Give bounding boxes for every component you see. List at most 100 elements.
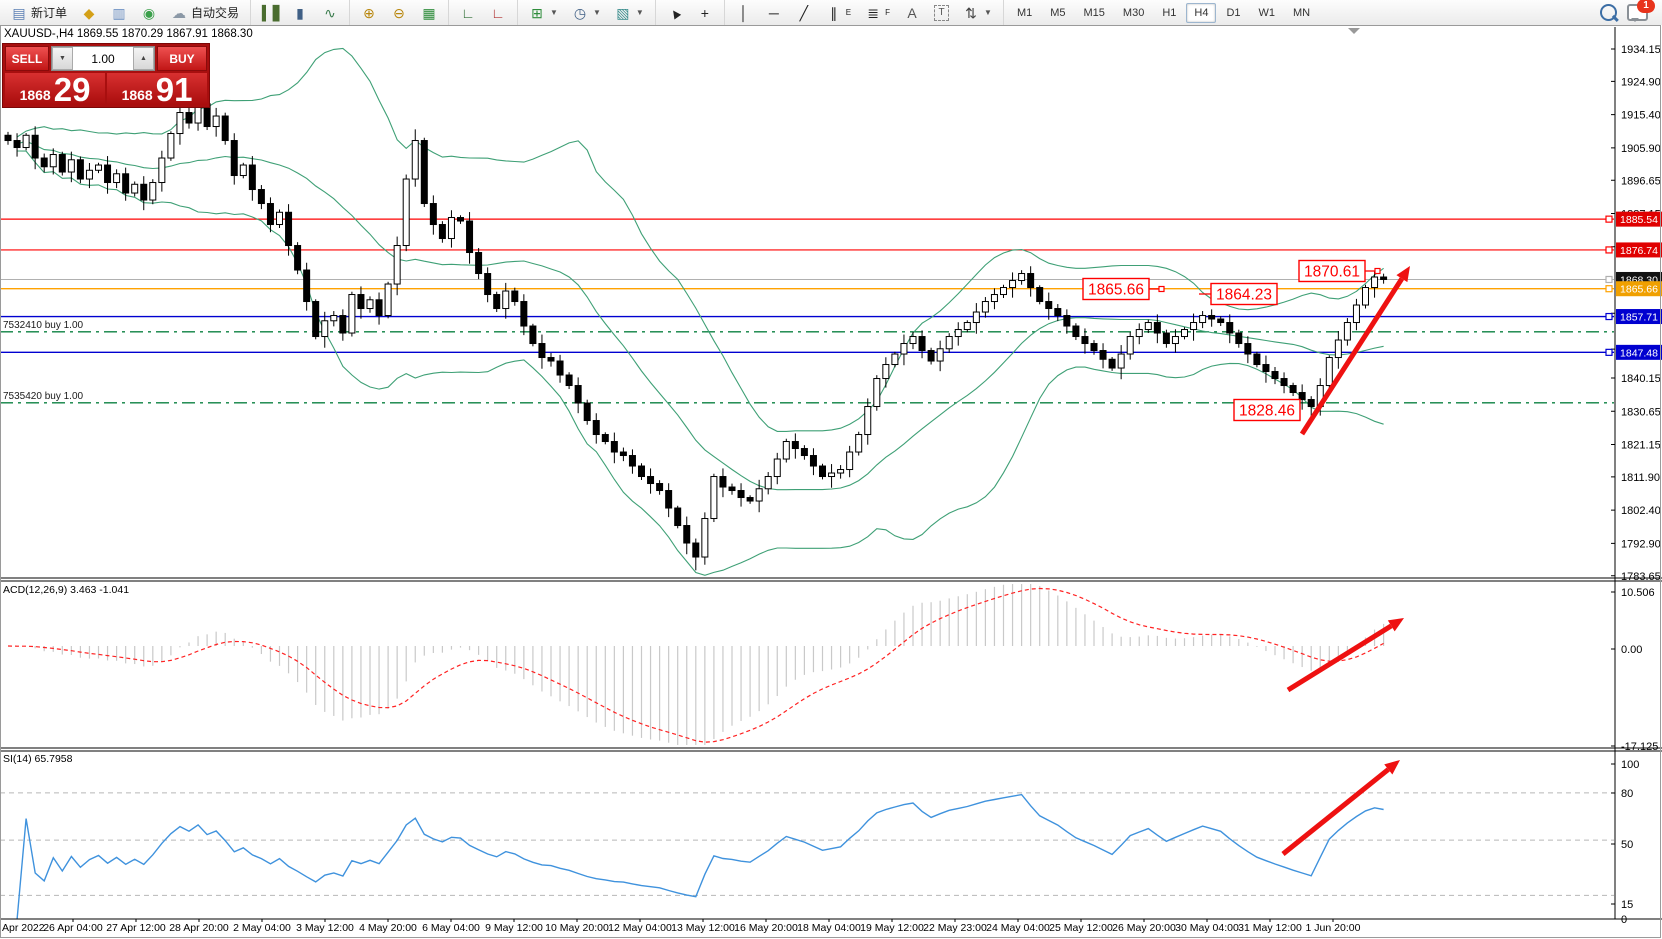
new_order-label: 新订单 [31, 4, 67, 21]
svg-text:1915.40: 1915.40 [1621, 110, 1661, 122]
svg-text:28 Apr 20:00: 28 Apr 20:00 [169, 922, 229, 934]
volume-input[interactable] [73, 47, 133, 70]
timeframe-m30-button[interactable]: M30 [1115, 3, 1152, 23]
timeframe-m5-button[interactable]: M5 [1042, 3, 1073, 23]
main-toolbar: ▤新订单◆▥◉☁自动交易▍▋▮∿⊕⊖▦∟∟⊞▼◷▼▧▼▲+│─╱∥E≣FAT⇅▼… [0, 0, 1662, 26]
arrows-tool-button[interactable]: ⇅▼ [957, 3, 998, 23]
arrows-tool-icon: ⇅ [963, 6, 979, 20]
one-click-trading-panel: SELL ▼ ▲ BUY 1868 29 1868 91 [2, 43, 210, 108]
svg-text:1924.90: 1924.90 [1621, 76, 1661, 88]
new-order-button[interactable]: ▤新订单 [5, 1, 73, 24]
svg-text:1783.65: 1783.65 [1621, 571, 1661, 583]
period-button[interactable]: ◷▼ [566, 3, 607, 23]
chart-window: 7532410 buy 1.00 7535420 buy 1.00 1865.66 1… [0, 25, 1662, 939]
svg-text:100: 100 [1621, 759, 1639, 771]
svg-text:-17.125: -17.125 [1621, 741, 1658, 753]
label-icon: T [934, 5, 949, 21]
cursor-button[interactable]: ▲ [661, 3, 689, 23]
dropdown-caret-icon[interactable]: ▼ [593, 8, 601, 17]
cursor-icon: ▲ [664, 2, 685, 23]
svg-text:1821.15: 1821.15 [1621, 440, 1661, 452]
svg-text:1934.15: 1934.15 [1621, 44, 1661, 56]
autotrading-icon: ☁ [171, 6, 187, 20]
sell-button[interactable]: SELL [5, 46, 49, 71]
chart-canvas[interactable]: 7532410 buy 1.00 7535420 buy 1.00 1865.66 1… [0, 25, 1662, 939]
svg-text:13 May 12:00: 13 May 12:00 [671, 922, 735, 934]
zoom-out-button[interactable]: ⊖ [385, 3, 413, 23]
timeframe-w1-button[interactable]: W1 [1251, 3, 1284, 23]
label-button[interactable]: T [928, 2, 955, 24]
sell-price-display[interactable]: 1868 29 [5, 73, 105, 105]
timeframe-h4-button[interactable]: H4 [1186, 3, 1216, 23]
signal-button[interactable]: ◉ [135, 3, 163, 23]
tile-windows-icon: ▦ [421, 6, 437, 20]
vertical-line-button[interactable]: │ [730, 3, 758, 23]
svg-text:3 May 12:00: 3 May 12:00 [296, 922, 354, 934]
fibonacci-button[interactable]: ≣F [859, 3, 896, 23]
crosshair-button[interactable]: + [691, 3, 719, 23]
toolbar-group: ∟∟ [448, 0, 517, 25]
svg-text:0: 0 [1621, 914, 1627, 926]
auto-scroll-button[interactable]: ∟ [454, 3, 482, 23]
gold-tool-button[interactable]: ◆ [75, 3, 103, 23]
autotrading-label: 自动交易 [191, 4, 239, 21]
volume-increase-button[interactable]: ▲ [133, 47, 154, 70]
new-chart-icon: ⊞ [529, 6, 545, 20]
svg-text:1840.15: 1840.15 [1621, 373, 1661, 385]
svg-text:7535420 buy 1.00: 7535420 buy 1.00 [3, 391, 84, 402]
dropdown-caret-icon[interactable]: ▼ [984, 8, 992, 17]
bar-chart-button[interactable]: ▍▋ [256, 3, 284, 23]
svg-text:1847.48: 1847.48 [1620, 347, 1658, 359]
buy-price-display[interactable]: 1868 91 [107, 73, 207, 105]
fibonacci-icon: ≣ [865, 6, 881, 20]
chart-shift-button[interactable]: ∟ [484, 3, 512, 23]
line-chart-icon: ∿ [322, 6, 338, 20]
svg-text:30 May 04:00: 30 May 04:00 [1175, 922, 1239, 934]
autotrading-button[interactable]: ☁ 自动交易 [165, 1, 245, 24]
svg-text:12 May 04:00: 12 May 04:00 [608, 922, 672, 934]
svg-text:15: 15 [1621, 899, 1633, 911]
svg-text:6 May 04:00: 6 May 04:00 [422, 922, 480, 934]
template-button[interactable]: ▧▼ [609, 3, 650, 23]
volume-decrease-button[interactable]: ▼ [52, 47, 73, 70]
svg-text:1857.71: 1857.71 [1620, 312, 1658, 324]
channel-button[interactable]: ∥E [820, 3, 857, 23]
trendline-button[interactable]: ╱ [790, 3, 818, 23]
svg-text:7532410 buy 1.00: 7532410 buy 1.00 [3, 320, 84, 331]
timeframe-mn-button[interactable]: MN [1285, 3, 1318, 23]
horizontal-line-button[interactable]: ─ [760, 3, 788, 23]
toolbar-group: ▲+ [655, 0, 724, 25]
search-icon[interactable] [1600, 4, 1617, 21]
zoom-in-button[interactable]: ⊕ [355, 3, 383, 23]
new-chart-button[interactable]: ⊞▼ [523, 3, 564, 23]
timeframe-d1-button[interactable]: D1 [1218, 3, 1248, 23]
svg-text:1830.65: 1830.65 [1621, 406, 1661, 418]
zoom-out-icon: ⊖ [391, 6, 407, 20]
chat-icon[interactable]: 1 [1627, 4, 1648, 21]
svg-text:16 May 20:00: 16 May 20:00 [734, 922, 798, 934]
toolbar-group: ⊞▼◷▼▧▼ [517, 0, 655, 25]
svg-text:0.00: 0.00 [1621, 644, 1642, 656]
timeframe-m1-button[interactable]: M1 [1009, 3, 1040, 23]
market-watch-button[interactable]: ▥ [105, 3, 133, 23]
toolbar-group: ▍▋▮ ∿ [250, 0, 349, 25]
candlestick-chart-button[interactable]: ▮ [286, 3, 314, 23]
buy-price-pips: 91 [156, 75, 193, 104]
line-chart-button[interactable]: ∿ [316, 3, 344, 23]
svg-text:1802.40: 1802.40 [1621, 505, 1661, 517]
zoom-in-icon: ⊕ [361, 6, 377, 20]
timeframe-m15-button[interactable]: M15 [1076, 3, 1113, 23]
text-button[interactable]: A [898, 3, 926, 23]
vertical-line-icon: │ [736, 6, 752, 20]
svg-text:1792.90: 1792.90 [1621, 538, 1661, 550]
dropdown-caret-icon[interactable]: ▼ [636, 8, 644, 17]
buy-button[interactable]: BUY [157, 46, 207, 71]
period-icon: ◷ [572, 6, 588, 20]
timeframe-h1-button[interactable]: H1 [1154, 3, 1184, 23]
svg-text:10 May 20:00: 10 May 20:00 [545, 922, 609, 934]
svg-text:1828.46: 1828.46 [1239, 403, 1295, 420]
tile-windows-button[interactable]: ▦ [415, 3, 443, 23]
svg-text:1865.66: 1865.66 [1620, 284, 1658, 296]
chart-shift-icon: ∟ [490, 6, 506, 20]
dropdown-caret-icon[interactable]: ▼ [550, 8, 558, 17]
